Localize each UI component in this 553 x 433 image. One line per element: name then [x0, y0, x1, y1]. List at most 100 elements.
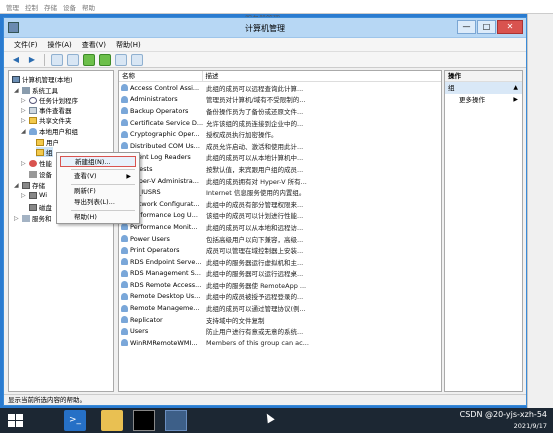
group-icon	[121, 107, 128, 115]
menu-file[interactable]: 文件(F)	[14, 40, 38, 50]
group-row[interactable]: WinRMRemoteWMI... Members of this group c…	[119, 337, 441, 349]
maximize-button[interactable]: □	[477, 20, 496, 34]
context-new-group[interactable]: 新建组(N)...	[60, 156, 136, 167]
group-row[interactable]: RDS Endpoint Serve... 此组中的服务器运行虚拟机和主...	[119, 256, 441, 268]
group-description-cell: 按默认值，来宾跟用户组的成员...	[206, 165, 304, 174]
group-row[interactable]: Replicator 支持域中的文件复制	[119, 314, 441, 326]
window-title: 计算机管理	[245, 24, 285, 33]
collapse-arrow-icon[interactable]: ◢	[21, 128, 27, 135]
group-row[interactable]: RDS Remote Access... 此组中的服务器使 RemoteApp .…	[119, 279, 441, 291]
group-row[interactable]: Network Configurat... 此组中的成员有部分管理权限来...	[119, 198, 441, 210]
menu-view[interactable]: 查看(V)	[82, 40, 106, 50]
group-row[interactable]: RDS Management S... 此组中的服务器可以运行远程桌...	[119, 268, 441, 280]
file-explorer-taskbar-icon[interactable]	[101, 410, 123, 431]
refresh-icon[interactable]	[83, 53, 95, 66]
tree-item-groups[interactable]: 组	[36, 147, 53, 157]
menu-action[interactable]: 操作(A)	[48, 40, 72, 50]
tray-date[interactable]: 2021/9/17	[460, 422, 547, 430]
context-view[interactable]: 查看(V) ▶	[60, 171, 136, 182]
group-row[interactable]: Cryptographic Oper... 授权成员执行加密操作。	[119, 128, 441, 140]
server-manager-menu-item[interactable]: 设备	[63, 2, 76, 12]
group-name-cell: RDS Management S...	[119, 269, 203, 277]
tree-item-computer-management[interactable]: 计算机管理(本地)	[12, 74, 73, 84]
group-row[interactable]: Administrators 管理员对计算机/域有不受限制的...	[119, 94, 441, 106]
server-manager-menu-item[interactable]: 管理	[6, 2, 19, 12]
expand-arrow-icon[interactable]: ▷	[21, 107, 27, 114]
group-icon	[121, 258, 128, 266]
collapse-arrow-icon[interactable]: ◢	[14, 182, 20, 189]
context-refresh[interactable]: 刷新(F)	[60, 186, 136, 197]
tree-item-users[interactable]: 用户	[36, 137, 59, 147]
actions-group-section[interactable]: 组 ▲	[445, 82, 522, 94]
group-row[interactable]: Remote Desktop Us... 此组中的成员被授予远程登录的...	[119, 291, 441, 303]
export-list-icon[interactable]	[99, 53, 111, 66]
tree-item-performance[interactable]: ▷ 性能	[21, 158, 52, 168]
group-icon	[121, 130, 128, 138]
group-row[interactable]: Performance Log U... 该组中的成员可以计划进行性能...	[119, 210, 441, 222]
expand-arrow-icon[interactable]: ▷	[21, 117, 27, 124]
group-row[interactable]: Remote Manageme... 此组的成员可以通过管理协议(例...	[119, 302, 441, 314]
tree-item-services-apps[interactable]: ▷ 服务和	[14, 213, 52, 223]
back-arrow-icon[interactable]: ◀	[10, 54, 22, 66]
computer-management-taskbar-icon[interactable]	[165, 410, 187, 431]
tree-item-system-tools[interactable]: ◢ 系统工具	[14, 85, 58, 95]
group-row[interactable]: IIS_IUSRS Internet 信息服务使用的内置组。	[119, 186, 441, 198]
tree-item-shared-folders[interactable]: ▷ 共享文件夹	[21, 115, 72, 125]
expand-arrow-icon[interactable]: ▷	[14, 215, 20, 222]
tree-item-local-users-groups[interactable]: ◢ 本地用户和组	[21, 126, 78, 136]
tree-item-windows-backup[interactable]: ▷ Wi	[21, 191, 47, 199]
folder-icon	[36, 148, 44, 156]
group-row[interactable]: Hyper-V Administra... 此组的成员拥有对 Hyper-V 所有…	[119, 175, 441, 187]
group-row[interactable]: Backup Operators 备份操作员为了备份或还原文件...	[119, 105, 441, 117]
server-manager-menu-item[interactable]: 存储	[44, 2, 57, 12]
new-group-icon[interactable]	[131, 53, 143, 66]
start-button[interactable]	[5, 410, 27, 431]
more-actions-item[interactable]: 更多操作 ▶	[445, 94, 522, 106]
title-bar[interactable]: 计算机管理 — □ ✕	[4, 18, 526, 38]
server-manager-menu-item[interactable]: 帮助	[82, 2, 95, 12]
collapse-arrow-icon[interactable]: ◢	[14, 87, 20, 94]
close-button[interactable]: ✕	[497, 20, 523, 34]
tree-item-disk-management[interactable]: 磁盘	[29, 202, 52, 212]
menu-help[interactable]: 帮助(H)	[116, 40, 141, 50]
context-help[interactable]: 帮助(H)	[60, 212, 136, 223]
expand-arrow-icon[interactable]: ▷	[21, 192, 27, 199]
help-icon[interactable]	[115, 53, 127, 66]
group-row[interactable]: Access Control Assi... 此组的成员可以远程查询此计算...	[119, 82, 441, 94]
group-row[interactable]: Performance Monit... 此组的成员可以从本地和远程访...	[119, 221, 441, 233]
show-hide-tree-icon[interactable]	[67, 53, 79, 66]
tree-item-event-viewer[interactable]: ▷ 事件查看器	[21, 105, 72, 115]
tree-item-task-scheduler[interactable]: ▷ 任务计划程序	[21, 95, 78, 105]
column-header-name[interactable]: 名称	[119, 71, 203, 81]
group-description-cell: 此组中的服务器运行虚拟机和主...	[206, 258, 304, 267]
tree-item-device-manager[interactable]: 设备	[29, 169, 52, 179]
group-row[interactable]: Event Log Readers 此组的成员可以从本地计算机中...	[119, 152, 441, 164]
storage-icon	[29, 191, 37, 199]
performance-icon	[29, 159, 37, 167]
tools-icon	[22, 86, 30, 94]
group-icon	[121, 235, 128, 243]
context-export-list[interactable]: 导出列表(L)...	[60, 197, 136, 208]
group-row[interactable]: Print Operators 成员可以管理在域控制器上安装...	[119, 244, 441, 256]
forward-arrow-icon[interactable]: ▶	[26, 54, 38, 66]
device-icon	[29, 170, 37, 178]
column-header-description[interactable]: 描述	[203, 71, 442, 81]
server-manager-menu-item[interactable]: 控制	[25, 2, 38, 12]
tree-item-storage[interactable]: ◢ 存储	[14, 180, 45, 190]
group-name-cell: Replicator	[119, 316, 203, 324]
group-row[interactable]: Users 防止用户进行有意或无意的系统...	[119, 325, 441, 337]
group-row[interactable]: Certificate Service D... 允许该组的成员连接到企业中的..…	[119, 117, 441, 129]
group-row[interactable]: Distributed COM Us... 成员允许启动、激活和使用此计...	[119, 140, 441, 152]
minimize-button[interactable]: —	[457, 20, 476, 34]
group-row[interactable]: Power Users 包括高级用户以向下兼容，高级...	[119, 233, 441, 245]
group-row[interactable]: Guests 按默认值，来宾跟用户组的成员...	[119, 163, 441, 175]
powershell-taskbar-icon[interactable]: >_	[64, 410, 86, 431]
group-description-cell: 此组中的服务器可以运行远程桌...	[206, 270, 304, 279]
group-description-cell: 管理员对计算机/域有不受限制的...	[206, 96, 306, 105]
taskbar: >_ CSDN @20-yjs-xzh-54 2021/9/17	[0, 408, 553, 433]
collapse-triangle-icon[interactable]: ▲	[513, 82, 518, 94]
expand-arrow-icon[interactable]: ▷	[21, 97, 27, 104]
up-level-icon[interactable]	[51, 53, 63, 66]
expand-arrow-icon[interactable]: ▷	[21, 160, 27, 167]
command-prompt-taskbar-icon[interactable]	[133, 410, 155, 431]
